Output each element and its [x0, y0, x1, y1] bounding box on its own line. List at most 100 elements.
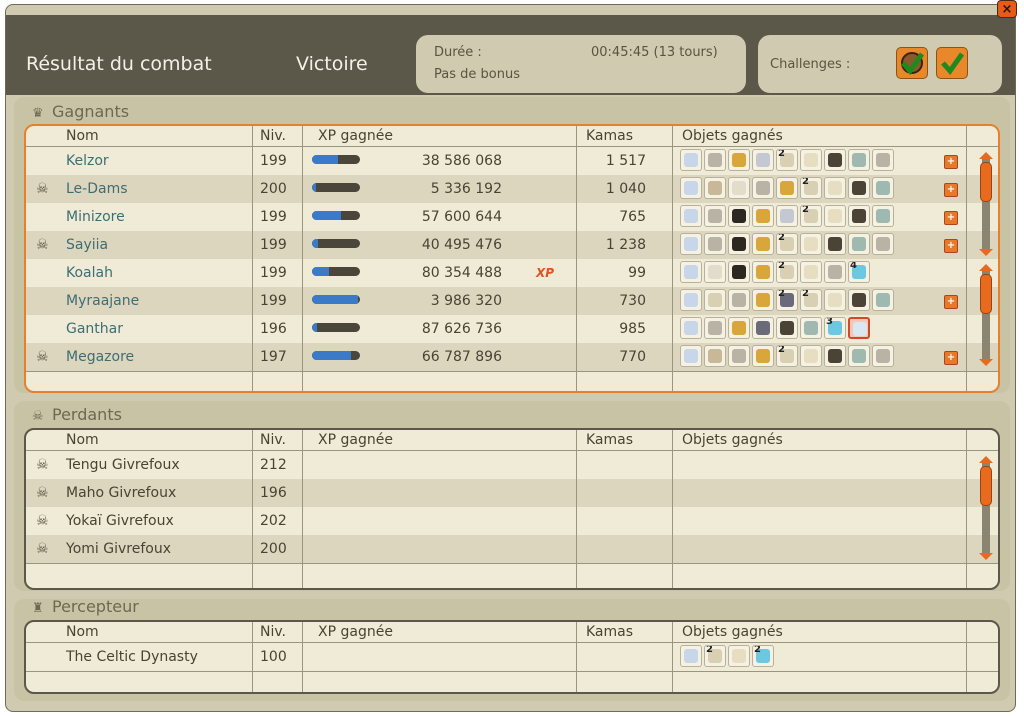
cloud-item-icon[interactable] [704, 317, 726, 339]
shield-item-icon[interactable] [752, 149, 774, 171]
hat-item-icon[interactable] [728, 233, 750, 255]
player-name[interactable]: Sayiia [66, 231, 108, 259]
scroll-up-arrow-icon[interactable] [979, 152, 993, 159]
scroll-down-arrow-icon[interactable] [979, 249, 993, 256]
tooth-item-icon[interactable] [728, 645, 750, 667]
cloud-item-icon[interactable] [872, 233, 894, 255]
tooth-item-icon[interactable] [800, 149, 822, 171]
chest-item-icon[interactable] [752, 205, 774, 227]
scrollbar[interactable] [978, 456, 994, 560]
skull-item-icon[interactable] [704, 261, 726, 283]
player-name[interactable]: Kelzor [66, 147, 109, 175]
wing-item-icon[interactable] [824, 233, 846, 255]
chest-item-icon[interactable] [752, 233, 774, 255]
more-items-button[interactable]: + [944, 239, 958, 253]
loser-row[interactable]: ☠ Yokaï Givrefoux 202 [26, 507, 998, 535]
cloud-item-icon[interactable] [704, 205, 726, 227]
chest-item-icon[interactable] [752, 345, 774, 367]
loser-row[interactable]: ☠ Tengu Givrefoux 212 [26, 451, 998, 479]
close-button[interactable]: × [997, 0, 1017, 18]
loser-row[interactable]: ☠ Yomi Givrefoux 200 [26, 535, 998, 563]
cloud-item-icon[interactable] [704, 233, 726, 255]
player-name[interactable]: Minizore [66, 203, 125, 231]
cloud-item-icon[interactable] [872, 345, 894, 367]
fan-item-icon[interactable] [680, 261, 702, 283]
scroll-thumb[interactable] [980, 274, 992, 314]
tooth-item-icon[interactable] [800, 261, 822, 283]
winner-row[interactable]: ☠ Le-Dams 200 5 336 192 1 040 2 + [26, 175, 998, 203]
bone-item-icon[interactable]: 2 [704, 645, 726, 667]
scroll-thumb[interactable] [980, 162, 992, 202]
tooth-item-icon[interactable] [824, 177, 846, 199]
potion-item-icon[interactable]: 3 [824, 317, 846, 339]
bone-item-icon[interactable]: 2 [776, 233, 798, 255]
fan-item-icon[interactable] [680, 177, 702, 199]
bone-item-icon[interactable]: 2 [800, 205, 822, 227]
player-name[interactable]: Myraajane [66, 287, 139, 315]
chest-item-icon[interactable] [728, 149, 750, 171]
wing-item-icon[interactable] [848, 177, 870, 199]
more-items-button[interactable]: + [944, 155, 958, 169]
scroll-down-arrow-icon[interactable] [979, 359, 993, 366]
cloud-item-icon[interactable] [728, 345, 750, 367]
more-items-button[interactable]: + [944, 351, 958, 365]
shield-item-icon[interactable] [776, 205, 798, 227]
challenge-success-icon[interactable] [896, 47, 928, 79]
fan-item-icon[interactable] [680, 645, 702, 667]
scroll-thumb[interactable] [980, 466, 992, 506]
wing-item-icon[interactable] [776, 317, 798, 339]
more-items-button[interactable]: + [944, 211, 958, 225]
more-items-button[interactable]: + [944, 183, 958, 197]
wing-item-icon[interactable] [848, 205, 870, 227]
bone-item-icon[interactable] [704, 289, 726, 311]
cloud-item-icon[interactable] [872, 149, 894, 171]
scroll-up-arrow-icon[interactable] [979, 456, 993, 463]
fan-item-icon[interactable] [680, 317, 702, 339]
player-name[interactable]: Le-Dams [66, 175, 128, 203]
player-name[interactable]: Ganthar [66, 315, 123, 343]
cloud-item-icon[interactable] [752, 177, 774, 199]
stone-item-icon[interactable] [800, 317, 822, 339]
chest-item-icon[interactable] [728, 317, 750, 339]
winner-row[interactable]: Myraajane 199 3 986 320 730 2 2 + [26, 287, 998, 315]
wing-item-icon[interactable] [848, 289, 870, 311]
chest-item-icon[interactable] [752, 261, 774, 283]
bone-item-icon[interactable]: 2 [800, 177, 822, 199]
hat-item-icon[interactable] [728, 205, 750, 227]
tooth-item-icon[interactable] [824, 205, 846, 227]
scrollbar[interactable] [978, 152, 994, 256]
feather-item-icon[interactable] [752, 317, 774, 339]
potion-item-icon[interactable]: 2 [752, 645, 774, 667]
winner-row[interactable]: ☠ Megazore 197 66 787 896 770 2 + [26, 343, 998, 371]
bone-item-icon[interactable]: 2 [776, 149, 798, 171]
winner-row[interactable]: Minizore 199 57 600 644 765 2 + [26, 203, 998, 231]
stone-item-icon[interactable] [872, 289, 894, 311]
potion-item-icon[interactable]: 4 [848, 261, 870, 283]
scroll-item-icon[interactable] [704, 177, 726, 199]
tooth-item-icon[interactable] [824, 289, 846, 311]
hat-item-icon[interactable] [728, 261, 750, 283]
bone-item-icon[interactable]: 2 [776, 345, 798, 367]
scrollbar[interactable] [978, 264, 994, 366]
fan-item-icon[interactable] [680, 289, 702, 311]
player-name[interactable]: Koalah [66, 259, 113, 287]
fan-item-icon[interactable] [680, 205, 702, 227]
stone-item-icon[interactable] [848, 345, 870, 367]
stone-item-icon[interactable] [848, 149, 870, 171]
winner-row[interactable]: Ganthar 196 87 626 736 985 3 [26, 315, 998, 343]
tooth-item-icon[interactable] [800, 345, 822, 367]
stone-item-icon[interactable] [848, 233, 870, 255]
winner-row[interactable]: ☠ Sayiia 199 40 495 476 1 238 2 + [26, 231, 998, 259]
ghost-item-icon[interactable] [848, 317, 870, 339]
more-items-button[interactable]: + [944, 295, 958, 309]
scroll-item-icon[interactable] [704, 345, 726, 367]
bone-item-icon[interactable]: 2 [776, 261, 798, 283]
stone-item-icon[interactable] [872, 205, 894, 227]
cloud-item-icon[interactable] [704, 149, 726, 171]
cloud-item-icon[interactable] [728, 289, 750, 311]
stone-item-icon[interactable] [872, 177, 894, 199]
bone-item-icon[interactable]: 2 [800, 289, 822, 311]
cloud-item-icon[interactable] [824, 261, 846, 283]
fan-item-icon[interactable] [680, 149, 702, 171]
skull-item-icon[interactable] [728, 177, 750, 199]
